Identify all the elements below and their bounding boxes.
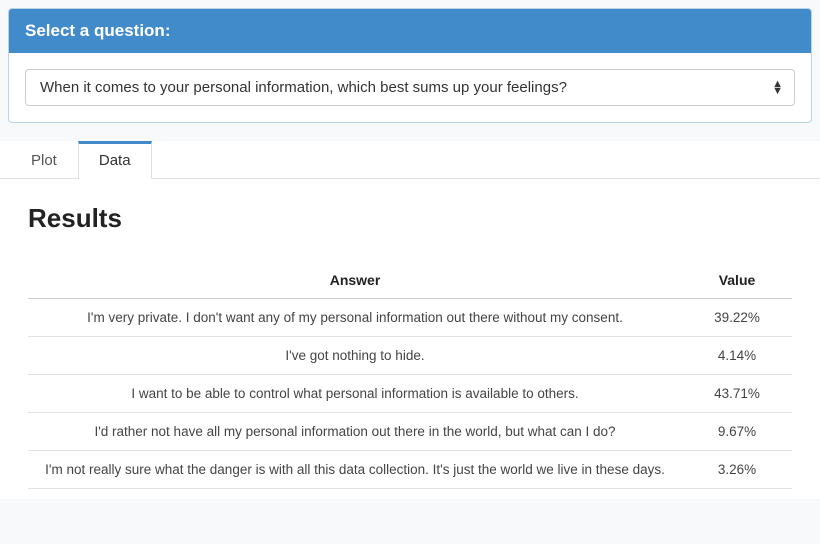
question-select[interactable]: When it comes to your personal informati… [25,69,795,106]
results-heading: Results [28,203,792,234]
answer-cell: I'm not really sure what the danger is w… [28,451,682,489]
col-header-value: Value [682,262,792,299]
results-table: Answer Value I'm very private. I don't w… [28,262,792,489]
value-cell: 4.14% [682,337,792,375]
panel-body: When it comes to your personal informati… [9,53,811,122]
tab-plot[interactable]: Plot [10,141,78,179]
answer-cell: I'm very private. I don't want any of my… [28,299,682,337]
answer-cell: I've got nothing to hide. [28,337,682,375]
table-row: I've got nothing to hide. 4.14% [28,337,792,375]
tab-data[interactable]: Data [78,141,152,179]
question-panel: Select a question: When it comes to your… [8,8,812,123]
tabs: Plot Data [0,141,820,179]
col-header-answer: Answer [28,262,682,299]
results-pane: Results Answer Value I'm very private. I… [0,179,820,499]
results-tbody: I'm very private. I don't want any of my… [28,299,792,489]
value-cell: 3.26% [682,451,792,489]
table-row: I'm very private. I don't want any of my… [28,299,792,337]
table-row: I'm not really sure what the danger is w… [28,451,792,489]
value-cell: 43.71% [682,375,792,413]
answer-cell: I'd rather not have all my personal info… [28,413,682,451]
answer-cell: I want to be able to control what person… [28,375,682,413]
value-cell: 39.22% [682,299,792,337]
value-cell: 9.67% [682,413,792,451]
panel-title: Select a question: [9,9,811,53]
table-row: I'd rather not have all my personal info… [28,413,792,451]
question-select-wrap: When it comes to your personal informati… [25,69,795,106]
table-row: I want to be able to control what person… [28,375,792,413]
